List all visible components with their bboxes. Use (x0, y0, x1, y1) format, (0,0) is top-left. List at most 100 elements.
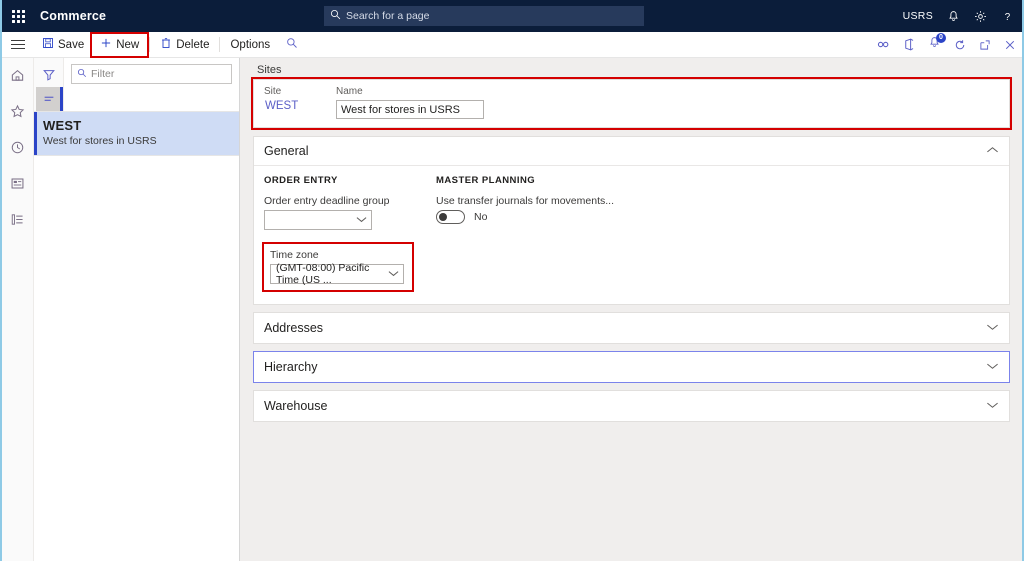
question-icon[interactable]: ? (1001, 10, 1014, 23)
chevron-down-icon[interactable] (986, 323, 999, 334)
home-icon[interactable] (7, 64, 29, 86)
warehouse-section-header[interactable]: Warehouse (254, 391, 1009, 421)
notification-badge: 0 (936, 32, 946, 43)
save-button-label: Save (58, 38, 85, 51)
command-bar-right-icons: 0 (877, 32, 1016, 54)
navigation-rail (2, 58, 34, 561)
search-icon (77, 65, 87, 83)
command-buttons: Save New Delete Options (34, 31, 306, 58)
master-planning-group: MASTER PLANNING Use transfer journals fo… (436, 175, 696, 290)
hierarchy-section-title: Hierarchy (264, 360, 318, 374)
options-button[interactable]: Options (222, 35, 278, 55)
funnel-icon[interactable] (36, 63, 62, 87)
workspace-icon[interactable] (7, 172, 29, 194)
popout-icon[interactable] (979, 39, 991, 51)
trash-icon (160, 37, 172, 52)
warehouse-section: Warehouse (253, 390, 1010, 422)
filter-placeholder: Filter (91, 68, 115, 80)
delete-button-label: Delete (176, 38, 210, 51)
new-button-label: New (116, 38, 140, 51)
page-title: Sites (257, 64, 282, 76)
sites-header-card: Site WEST Name West for stores in USRS (251, 77, 1012, 130)
command-search-button[interactable] (278, 35, 306, 55)
master-planning-group-title: MASTER PLANNING (436, 175, 536, 186)
filter-input[interactable]: Filter (71, 64, 232, 84)
list-pane-top: Filter (34, 58, 239, 111)
general-section-title: General (264, 144, 309, 158)
clock-icon[interactable] (7, 136, 29, 158)
site-fields-row: Site WEST Name West for stores in USRS (264, 86, 999, 119)
chevron-down-icon (388, 269, 399, 279)
chevron-down-icon[interactable] (986, 362, 999, 373)
addresses-section-title: Addresses (264, 321, 324, 335)
timezone-value: (GMT-08:00) Pacific Time (US ... (276, 262, 370, 286)
new-button[interactable]: New (90, 31, 150, 58)
notifications-button[interactable]: 0 (928, 32, 946, 54)
command-separator (149, 37, 151, 52)
office-icon[interactable] (903, 38, 915, 51)
close-icon[interactable] (1004, 39, 1016, 51)
bell-icon[interactable] (947, 10, 960, 23)
timezone-label: Time zone (270, 249, 319, 261)
app-launcher-icon[interactable] (2, 0, 34, 32)
order-entry-group: ORDER ENTRY Order entry deadline group T… (262, 175, 436, 292)
plus-icon (100, 37, 112, 52)
global-search-input[interactable]: Search for a page (324, 6, 644, 26)
save-button[interactable]: Save (34, 35, 92, 55)
addresses-section: Addresses (253, 312, 1010, 344)
options-button-label: Options (230, 38, 271, 51)
transfer-journals-value: No (474, 211, 488, 223)
toggle-knob (439, 213, 447, 221)
star-icon[interactable] (7, 100, 29, 122)
order-entry-deadline-field: Order entry deadline group (264, 195, 436, 230)
search-icon (330, 7, 341, 25)
list-item[interactable]: WEST West for stores in USRS (34, 112, 239, 156)
warehouse-section-title: Warehouse (264, 399, 328, 413)
timezone-dropdown[interactable]: (GMT-08:00) Pacific Time (US ... (270, 262, 404, 286)
site-field: Site WEST (264, 86, 336, 119)
refresh-icon[interactable] (954, 39, 966, 51)
timezone-field: Time zone (GMT-08:00) Pacific Time (US .… (262, 242, 414, 292)
site-field-label: Site (264, 86, 282, 97)
chevron-down-icon (356, 215, 367, 225)
name-field-label: Name (336, 86, 363, 97)
page-shell: Filter WEST West for stores in USRS Site… (2, 58, 1022, 561)
list-pane: Filter WEST West for stores in USRS (34, 58, 240, 561)
content-area: Sites Site WEST Name West for stores in … (240, 58, 1022, 561)
transfer-journals-toggle-row: No (436, 210, 696, 224)
top-nav-right-group: USRS ? (903, 10, 1014, 23)
command-separator (219, 37, 221, 52)
list-item-title: WEST (43, 118, 82, 133)
transfer-journals-label: Use transfer journals for movements... (436, 195, 614, 207)
delete-button[interactable]: Delete (152, 35, 217, 55)
name-field: Name West for stores in USRS (336, 86, 484, 119)
name-input[interactable]: West for stores in USRS (336, 100, 484, 119)
lines-icon[interactable] (35, 87, 63, 111)
command-bar: Save New Delete Options 0 (2, 31, 1022, 58)
general-section-header[interactable]: General (254, 137, 1009, 165)
global-search-placeholder: Search for a page (346, 10, 430, 22)
order-entry-deadline-label: Order entry deadline group (264, 195, 390, 207)
list-icon[interactable] (7, 208, 29, 230)
company-label[interactable]: USRS (903, 10, 933, 22)
svg-text:?: ? (1005, 11, 1011, 22)
transfer-journals-toggle[interactable] (436, 210, 465, 224)
top-navigation-bar: Commerce Search for a page USRS ? (2, 0, 1022, 32)
search-icon (286, 37, 298, 52)
chevron-down-icon[interactable] (986, 401, 999, 412)
site-value-link[interactable]: WEST (264, 100, 336, 112)
site-list: WEST West for stores in USRS (34, 111, 239, 561)
list-item-subtitle: West for stores in USRS (43, 135, 157, 147)
save-icon (42, 37, 54, 52)
order-entry-deadline-dropdown[interactable] (264, 210, 372, 230)
chevron-up-icon[interactable] (986, 146, 999, 157)
order-entry-group-title: ORDER ENTRY (264, 175, 338, 186)
gear-icon[interactable] (974, 10, 987, 23)
addresses-section-header[interactable]: Addresses (254, 313, 1009, 343)
general-section-body: ORDER ENTRY Order entry deadline group T… (254, 165, 1009, 304)
hierarchy-section-header[interactable]: Hierarchy (254, 352, 1009, 382)
link-icon[interactable] (877, 39, 890, 50)
hamburger-icon[interactable] (2, 32, 34, 58)
list-pane-main: Filter (64, 58, 239, 111)
hierarchy-section: Hierarchy (253, 351, 1010, 383)
